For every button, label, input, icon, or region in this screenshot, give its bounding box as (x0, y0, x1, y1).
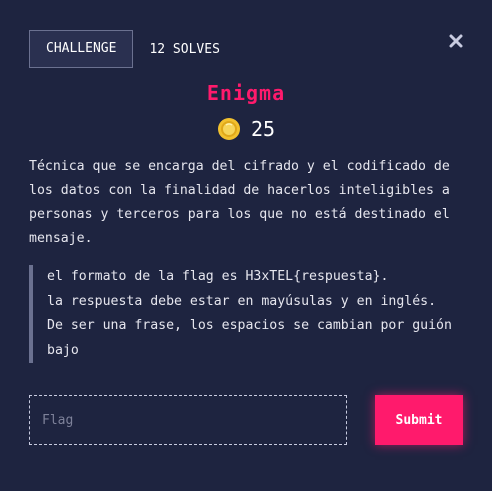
challenge-modal: CHALLENGE 12 SOLVES Enigma 25 Técnica qu… (0, 0, 492, 491)
tab-solves[interactable]: 12 SOLVES (133, 30, 235, 68)
hint-line: el formato de la flag es H3xTEL{respuest… (47, 269, 389, 284)
tab-row: CHALLENGE 12 SOLVES (29, 30, 236, 68)
challenge-points: 25 (250, 117, 276, 141)
flag-input[interactable] (29, 395, 347, 445)
hint-blockquote: el formato de la flag es H3xTEL{respuest… (29, 265, 469, 363)
close-icon[interactable] (448, 33, 464, 49)
challenge-description: Técnica que se encarga del cifrado y el … (29, 159, 450, 246)
challenge-title: Enigma (206, 81, 286, 105)
hint-line: De ser una frase, los espacios se cambia… (47, 318, 452, 358)
submit-button[interactable]: Submit (375, 395, 463, 445)
points-row: 25 (0, 117, 492, 141)
hint-line: la respuesta debe estar en mayúsulas y e… (47, 293, 437, 309)
tab-challenge[interactable]: CHALLENGE (29, 30, 134, 68)
coin-icon (217, 117, 241, 141)
